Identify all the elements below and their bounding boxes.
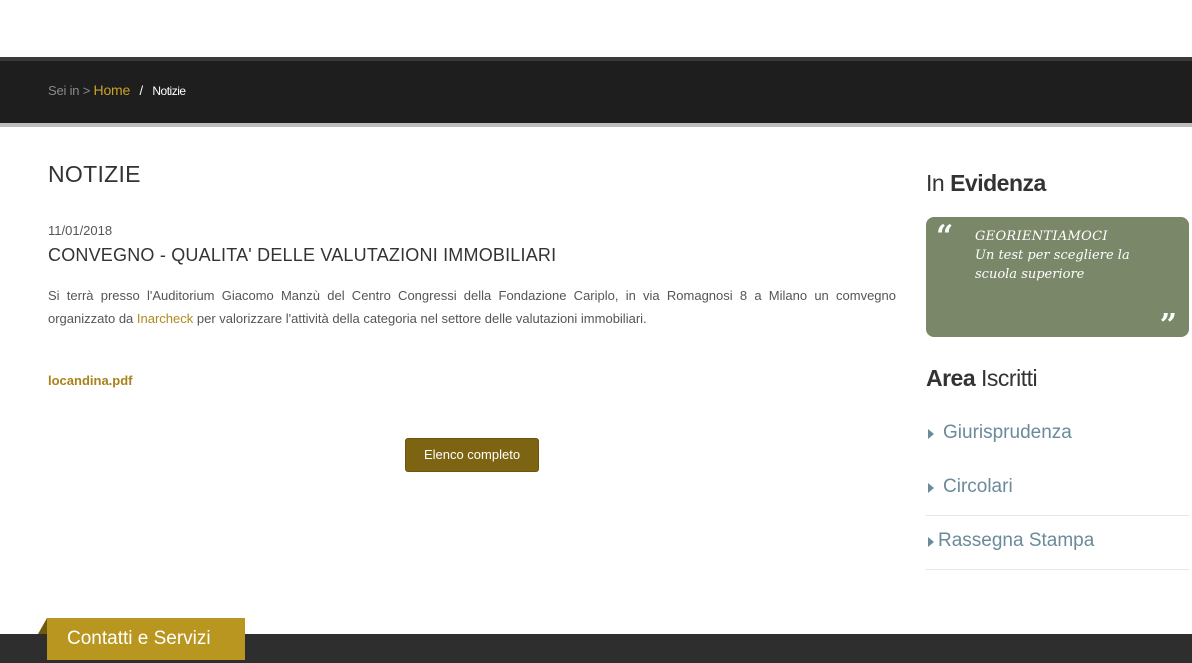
caret-right-icon <box>928 483 934 493</box>
area-iscritti-heading: Area Iscritti <box>926 365 1038 392</box>
article-title[interactable]: CONVEGNO - QUALITA' DELLE VALUTAZIONI IM… <box>48 245 556 266</box>
breadcrumb-separator: / <box>139 83 144 98</box>
sidebar-item-giurisprudenza[interactable]: Giurisprudenza <box>926 408 1189 462</box>
breadcrumb-home-link[interactable]: Home <box>94 82 131 98</box>
area-links-list: Giurisprudenza Circolari Rassegna Stampa <box>926 408 1189 570</box>
inarcheck-link[interactable]: Inarcheck <box>137 311 193 326</box>
full-list-button[interactable]: Elenco completo <box>405 438 539 472</box>
footer-tab-fold <box>38 618 47 634</box>
footer-tab-contatti[interactable]: Contatti e Servizi <box>47 618 245 660</box>
breadcrumb-current: Notizie <box>152 84 186 98</box>
article-body-text-end: per valorizzare l'attività della categor… <box>193 311 647 326</box>
quote-title: GEORIENTIAMOCI <box>975 229 1108 244</box>
open-quote-icon: “ <box>936 219 954 254</box>
area-heading-light: Iscritti <box>981 365 1038 391</box>
sidebar-item-circolari[interactable]: Circolari <box>926 462 1189 516</box>
evidenza-heading-light: In <box>926 170 945 196</box>
featured-quote-box[interactable]: “ GEORIENTIAMOCI Un test per scegliere l… <box>926 217 1189 343</box>
sidebar-item-label: Rassegna Stampa <box>938 530 1095 551</box>
article-body: Si terrà presso l'Auditorium Giacomo Man… <box>48 284 896 330</box>
caret-right-icon <box>928 537 934 547</box>
sidebar-item-label: Giurisprudenza <box>943 422 1072 443</box>
quote-text: Un test per scegliere la scuola superior… <box>975 248 1130 282</box>
quote-text-block: GEORIENTIAMOCI Un test per scegliere la … <box>975 227 1175 284</box>
attachment-pdf-link[interactable]: locandina.pdf <box>48 373 133 388</box>
evidenza-heading-bold: Evidenza <box>950 170 1046 196</box>
page-title: NOTIZIE <box>48 161 141 187</box>
breadcrumb: Sei in > Home / Notizie <box>48 82 186 98</box>
sidebar-item-rassegna-stampa[interactable]: Rassegna Stampa <box>926 516 1189 570</box>
article-date: 11/01/2018 <box>48 223 113 238</box>
breadcrumb-prefix: Sei in > <box>48 83 91 98</box>
breadcrumb-bar-divider <box>0 123 1192 127</box>
top-spacer <box>0 0 1192 57</box>
close-quote-icon: ” <box>1159 308 1177 343</box>
caret-right-icon <box>928 429 934 439</box>
sidebar-item-label: Circolari <box>943 476 1013 497</box>
evidenza-heading: In Evidenza <box>926 170 1046 197</box>
area-heading-bold: Area <box>926 365 976 391</box>
